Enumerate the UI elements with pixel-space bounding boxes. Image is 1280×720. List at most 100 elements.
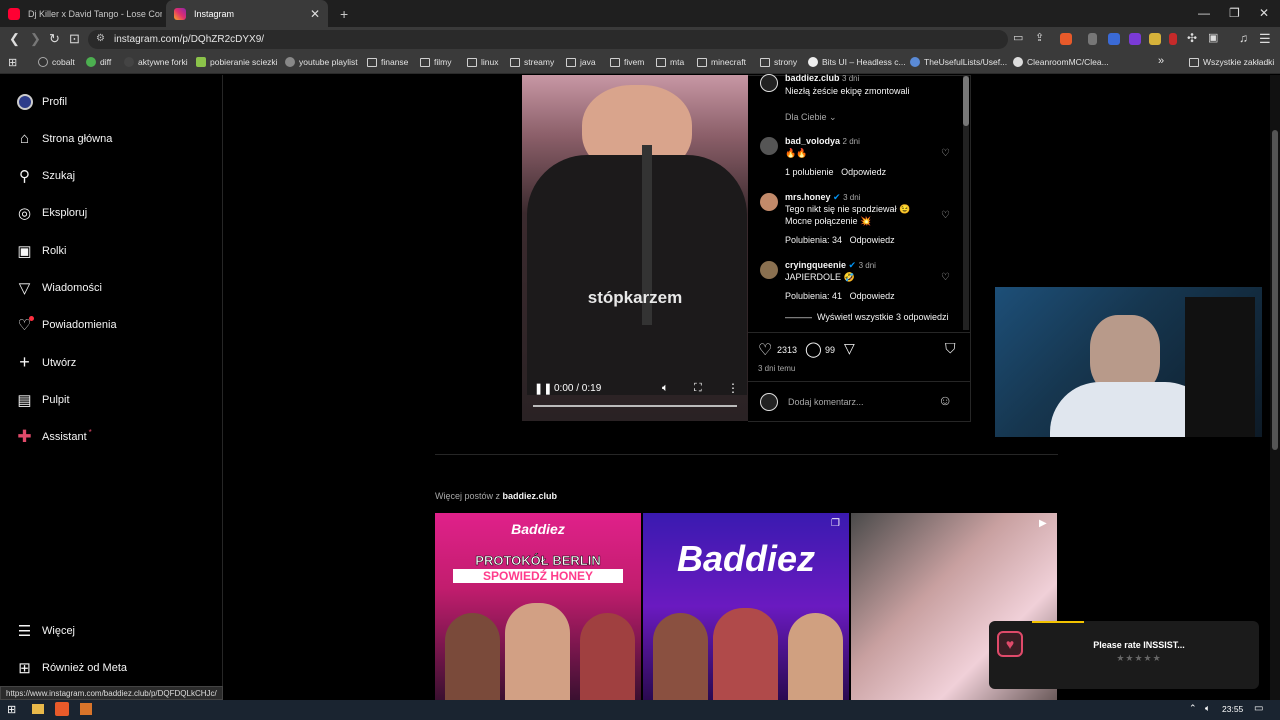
wallet-icon[interactable]: ▣ xyxy=(1208,31,1218,44)
like-icon[interactable]: ♡ xyxy=(758,340,772,360)
bookmark-item[interactable]: diff xyxy=(86,57,111,67)
file-explorer-icon[interactable] xyxy=(32,704,44,714)
sidebar-item-also-from-meta[interactable]: ⊞ Również od Meta xyxy=(16,659,127,677)
bookmark-item[interactable]: Bits UI – Headless c... xyxy=(808,57,906,67)
reply-button[interactable]: Odpowiedz xyxy=(850,291,895,301)
sidebar-item-home[interactable]: ⌂ Strona główna xyxy=(16,130,112,147)
extension-icon[interactable] xyxy=(1169,33,1177,45)
forward-icon[interactable]: ❯ xyxy=(30,31,41,47)
bookmark-folder[interactable]: finanse xyxy=(367,57,408,67)
share-icon[interactable]: ⇪ xyxy=(1035,31,1044,44)
bookmark-item[interactable]: TheUsefulLists/Usef... xyxy=(910,57,1007,67)
bookmark-folder[interactable]: fivem xyxy=(610,57,644,67)
sidebar-item-explore[interactable]: ◎ Eksploruj xyxy=(16,204,87,222)
sidebar-icon[interactable] xyxy=(1088,33,1097,45)
comment-user[interactable]: bad_volodya xyxy=(785,136,840,146)
close-tab-icon[interactable]: ✕ xyxy=(310,7,320,21)
video-options-icon[interactable]: ⋮ xyxy=(727,381,739,395)
comment-user[interactable]: mrs.honey xyxy=(785,192,831,202)
post-thumbnail[interactable]: ❐ Baddiez xyxy=(643,513,849,700)
emoji-icon[interactable]: ☺ xyxy=(938,392,952,408)
menu-icon[interactable]: ☰ xyxy=(1259,31,1271,47)
minimize-icon[interactable]: — xyxy=(1198,6,1210,20)
notifications-icon[interactable]: ▭ xyxy=(1254,703,1263,714)
sidebar-item-more[interactable]: ☰ Więcej xyxy=(16,622,75,640)
back-icon[interactable]: ❮ xyxy=(9,31,20,47)
extension-icon[interactable] xyxy=(1129,33,1141,45)
like-comment-icon[interactable]: ♡ xyxy=(941,148,950,159)
bookmark-item[interactable]: aktywne forki xyxy=(124,57,188,67)
like-comment-icon[interactable]: ♡ xyxy=(941,272,950,283)
rating-stars[interactable]: ★★★★★ xyxy=(1049,653,1229,664)
video-progress-bar[interactable] xyxy=(533,405,737,407)
bookmark-item[interactable]: youtube playlist xyxy=(285,57,358,67)
save-icon[interactable]: ⛉ xyxy=(945,340,956,357)
reply-button[interactable]: Odpowiedz xyxy=(841,167,886,177)
tray-chevron-icon[interactable]: ⌃ xyxy=(1189,703,1197,714)
add-comment-input[interactable]: Dodaj komentarz... xyxy=(788,397,864,407)
tab-youtube[interactable]: Dj Killer x David Tango - Lose Contro xyxy=(0,0,162,27)
comment-icon[interactable]: ◯ xyxy=(805,340,822,358)
reload-icon[interactable]: ↻ xyxy=(49,31,60,47)
comments-scrollbar[interactable] xyxy=(963,76,969,330)
sidebar-item-notifications[interactable]: ♡ Powiadomienia xyxy=(16,316,117,334)
extension-icon[interactable] xyxy=(1108,33,1120,45)
like-comment-icon[interactable]: ♡ xyxy=(941,210,950,221)
bookmark-folder[interactable]: strony xyxy=(760,57,797,67)
cast-icon[interactable]: ▭ xyxy=(1013,31,1023,44)
fullscreen-icon[interactable]: ⛶ xyxy=(694,382,702,395)
bookmark-folder[interactable]: linux xyxy=(467,57,498,67)
volume-icon[interactable]: 🔈︎ xyxy=(662,382,669,395)
author-name[interactable]: baddiez.club xyxy=(785,73,840,83)
bookmark-folder[interactable]: filmy xyxy=(420,57,451,67)
clock[interactable]: 23:55 xyxy=(1222,704,1243,714)
view-replies-link[interactable]: ——— Wyświetl wszystkie 3 odpowiedzi xyxy=(785,312,948,322)
folder-icon xyxy=(697,57,707,67)
bookmark-item[interactable]: cobalt xyxy=(38,57,75,67)
post-thumbnail[interactable]: Baddiez PROTOKÓŁ BERLIN SPOWIEDŹ HONEY xyxy=(435,513,641,700)
bookmark-folder[interactable]: mta xyxy=(656,57,684,67)
bookmark-item[interactable]: pobieranie sciezki xyxy=(196,57,278,67)
more-posts-account[interactable]: baddiez.club xyxy=(503,491,558,501)
sidebar-item-assistant[interactable]: ✚ Assistant * xyxy=(16,427,91,446)
site-info-icon[interactable]: ⚙ xyxy=(96,33,105,44)
extensions-icon[interactable]: ✣ xyxy=(1187,31,1197,45)
windows-start-icon[interactable]: ⊞ xyxy=(7,703,16,716)
person-figure xyxy=(653,613,708,700)
folder-icon xyxy=(510,57,520,67)
extension-icon[interactable] xyxy=(1149,33,1161,45)
apps-icon[interactable]: ⊞ xyxy=(8,56,17,69)
tab-instagram[interactable]: Instagram ✕ xyxy=(166,0,328,27)
brave-shield-icon[interactable] xyxy=(1060,33,1072,45)
sidebar-item-dashboard[interactable]: ▤ Pulpit xyxy=(16,391,69,409)
app-icon[interactable] xyxy=(80,703,92,715)
reply-button[interactable]: Odpowiedz xyxy=(850,235,895,245)
sidebar-item-search[interactable]: ⚲ Szukaj xyxy=(16,167,75,185)
bookmark-folder[interactable]: streamy xyxy=(510,57,554,67)
sidebar-item-profile[interactable]: Profil xyxy=(16,93,67,110)
carousel-icon: ❐ xyxy=(831,518,840,529)
restore-icon[interactable]: ❐ xyxy=(1229,6,1240,20)
all-bookmarks-folder[interactable]: Wszystkie zakładki xyxy=(1189,57,1274,67)
post-video[interactable]: stópkarzem ❚❚ 0:00 / 0:19 🔈︎ ⛶ ⋮ xyxy=(522,75,748,421)
close-window-icon[interactable]: ✕ xyxy=(1259,6,1269,20)
brave-icon[interactable] xyxy=(55,702,69,716)
media-icon[interactable]: ♫ xyxy=(1239,31,1248,45)
sidebar-item-reels[interactable]: ▣ Rolki xyxy=(16,242,66,260)
sidebar-item-create[interactable]: + Utwórz xyxy=(16,352,76,372)
volume-icon[interactable]: 🔈︎ xyxy=(1205,703,1210,714)
comment-filter-dropdown[interactable]: Dla Ciebie ⌄ xyxy=(785,112,837,123)
rating-toast[interactable]: ♥ Please rate INSSIST... ★★★★★ xyxy=(989,621,1259,689)
bookmark-item[interactable]: CleanroomMC/Clea... xyxy=(1013,57,1109,67)
address-bar[interactable]: ⚙ instagram.com/p/DQhZR2cDYX9/ xyxy=(88,30,1008,49)
comment-user[interactable]: cryingqueenie xyxy=(785,260,846,270)
bookmark-folder[interactable]: java xyxy=(566,57,596,67)
new-tab-button[interactable]: + xyxy=(332,0,356,27)
page-scrollbar[interactable] xyxy=(1270,75,1280,700)
sidebar-item-messages[interactable]: ▽ Wiadomości xyxy=(16,279,102,297)
bookmark-folder[interactable]: minecraft xyxy=(697,57,746,67)
bookmark-page-icon[interactable]: ⊡ xyxy=(69,31,80,47)
pause-icon[interactable]: ❚❚ xyxy=(534,382,552,395)
more-bookmarks-button[interactable]: » xyxy=(1158,55,1164,67)
share-icon[interactable]: ▽ xyxy=(844,340,855,357)
